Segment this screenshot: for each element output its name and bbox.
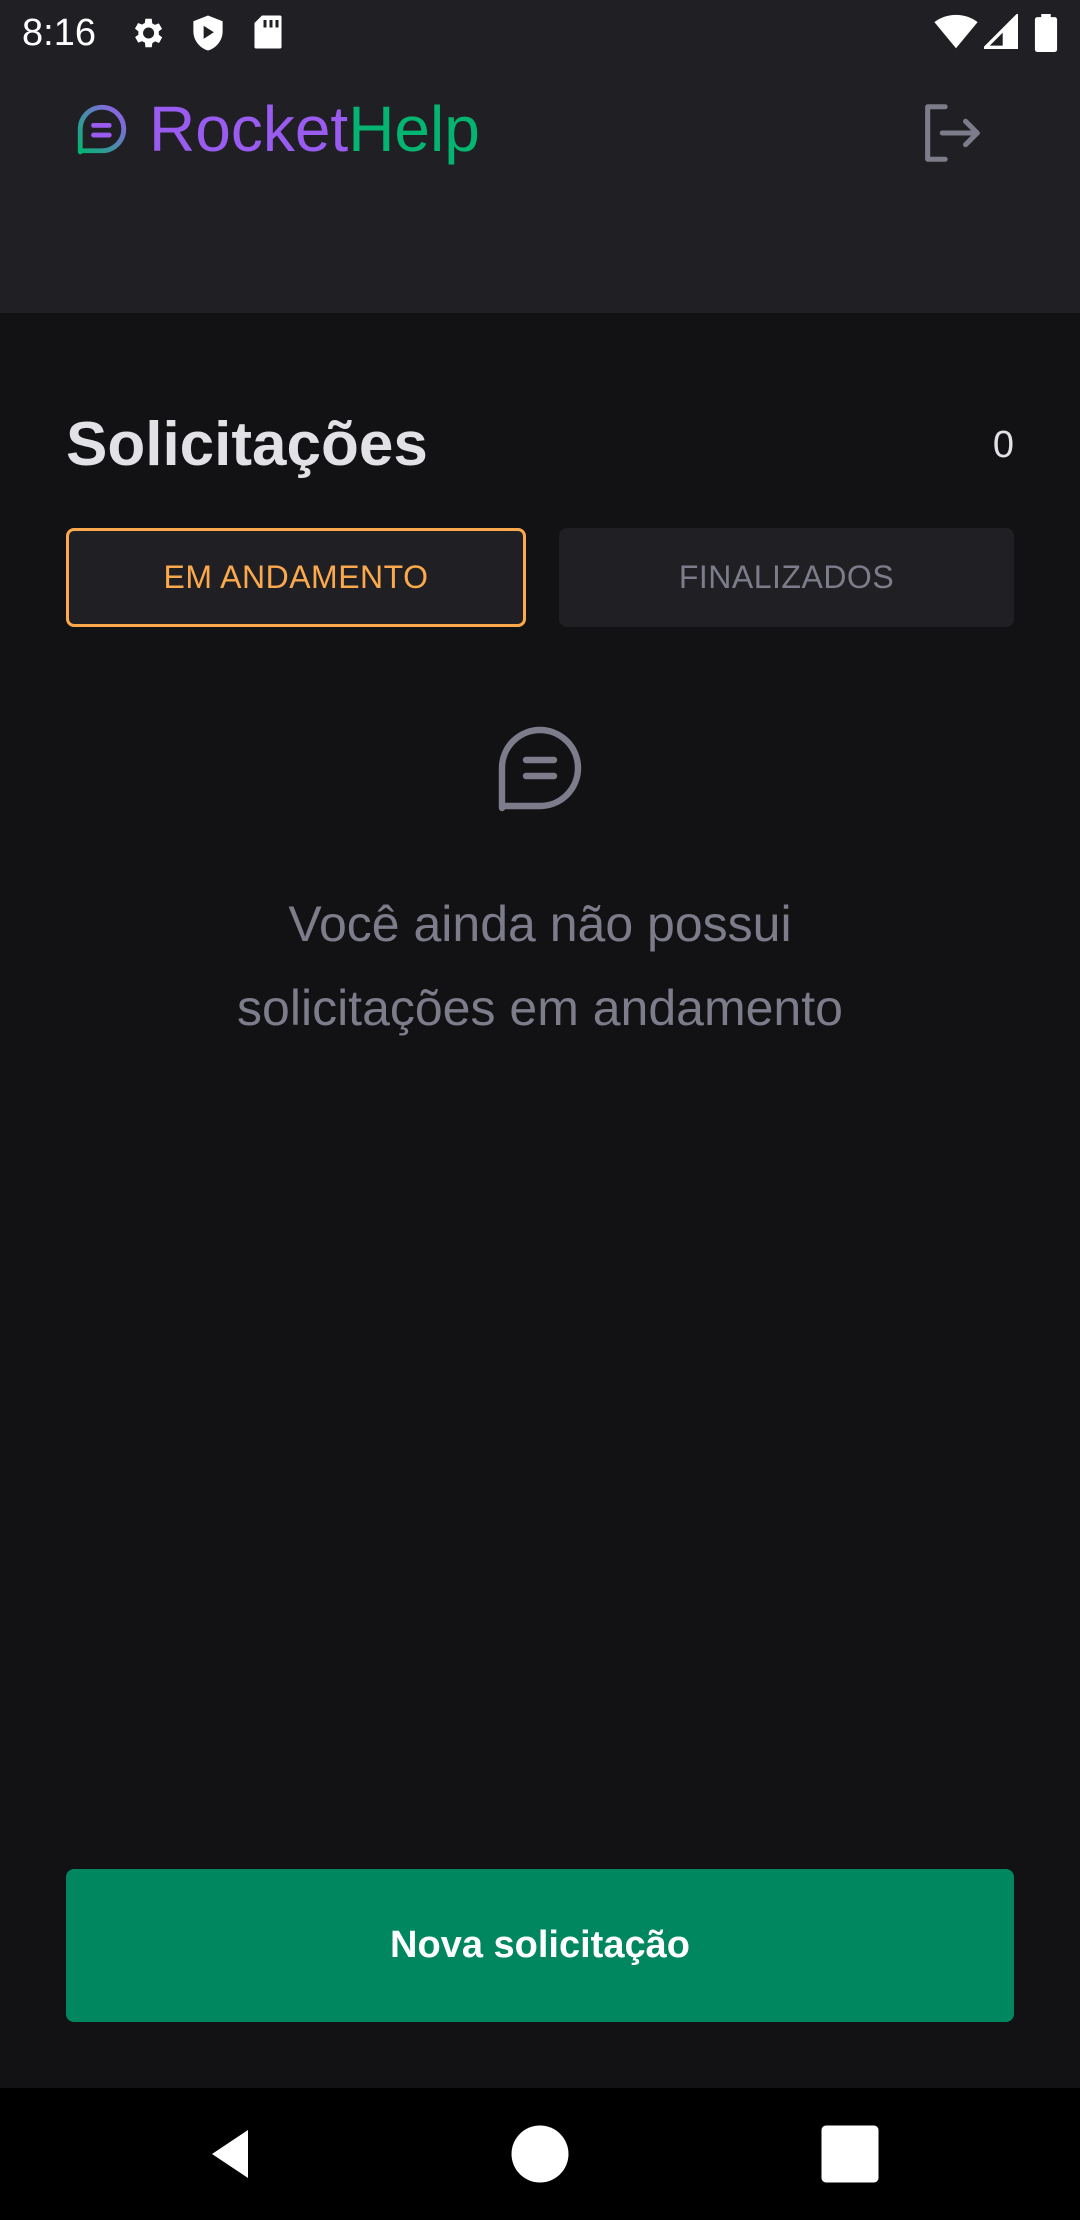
title-row: Solicitações 0 (66, 400, 1014, 490)
empty-message-line2: solicitações em andamento (237, 980, 843, 1036)
back-icon[interactable] (200, 2124, 260, 2184)
signal-icon (984, 14, 1018, 49)
logo-text-rocket: Rocket (149, 93, 349, 165)
play-protect-icon (193, 15, 223, 51)
system-nav-bar (0, 2088, 1080, 2220)
empty-message: Você ainda não possui solicitações em an… (160, 882, 920, 1050)
status-bar: 8:16 (0, 0, 1080, 66)
chat-bubble-icon (77, 104, 127, 155)
status-time: 8:16 (22, 12, 96, 54)
sign-out-icon[interactable] (916, 98, 986, 168)
request-count: 0 (992, 424, 1014, 466)
filter-tabs: EM ANDAMENTO FINALIZADOS (66, 528, 1014, 627)
tab-label: EM ANDAMENTO (163, 559, 429, 595)
logo-text: RocketHelp (149, 94, 480, 164)
tab-finalizados[interactable]: FINALIZADOS (559, 528, 1014, 627)
page-title: Solicitações (66, 410, 428, 479)
app-screen: 8:16 RocketHelp Solicitações 0 EM ANDAME… (0, 0, 1080, 2220)
sd-card-icon (254, 15, 282, 49)
settings-icon (134, 18, 163, 48)
app-logo: RocketHelp (73, 94, 480, 164)
empty-message-line1: Você ainda não possui (288, 896, 792, 952)
home-icon[interactable] (510, 2124, 570, 2184)
logo-text-help: Help (348, 93, 480, 165)
chat-bubble-icon (498, 726, 582, 812)
tab-em-andamento[interactable]: EM ANDAMENTO (66, 528, 526, 627)
empty-state: Você ainda não possui solicitações em an… (0, 720, 1080, 1050)
recents-icon[interactable] (820, 2124, 880, 2184)
wifi-icon (934, 14, 978, 49)
new-request-button[interactable]: Nova solicitação (66, 1869, 1014, 2022)
tab-label: FINALIZADOS (678, 559, 895, 595)
battery-icon (1034, 14, 1058, 52)
